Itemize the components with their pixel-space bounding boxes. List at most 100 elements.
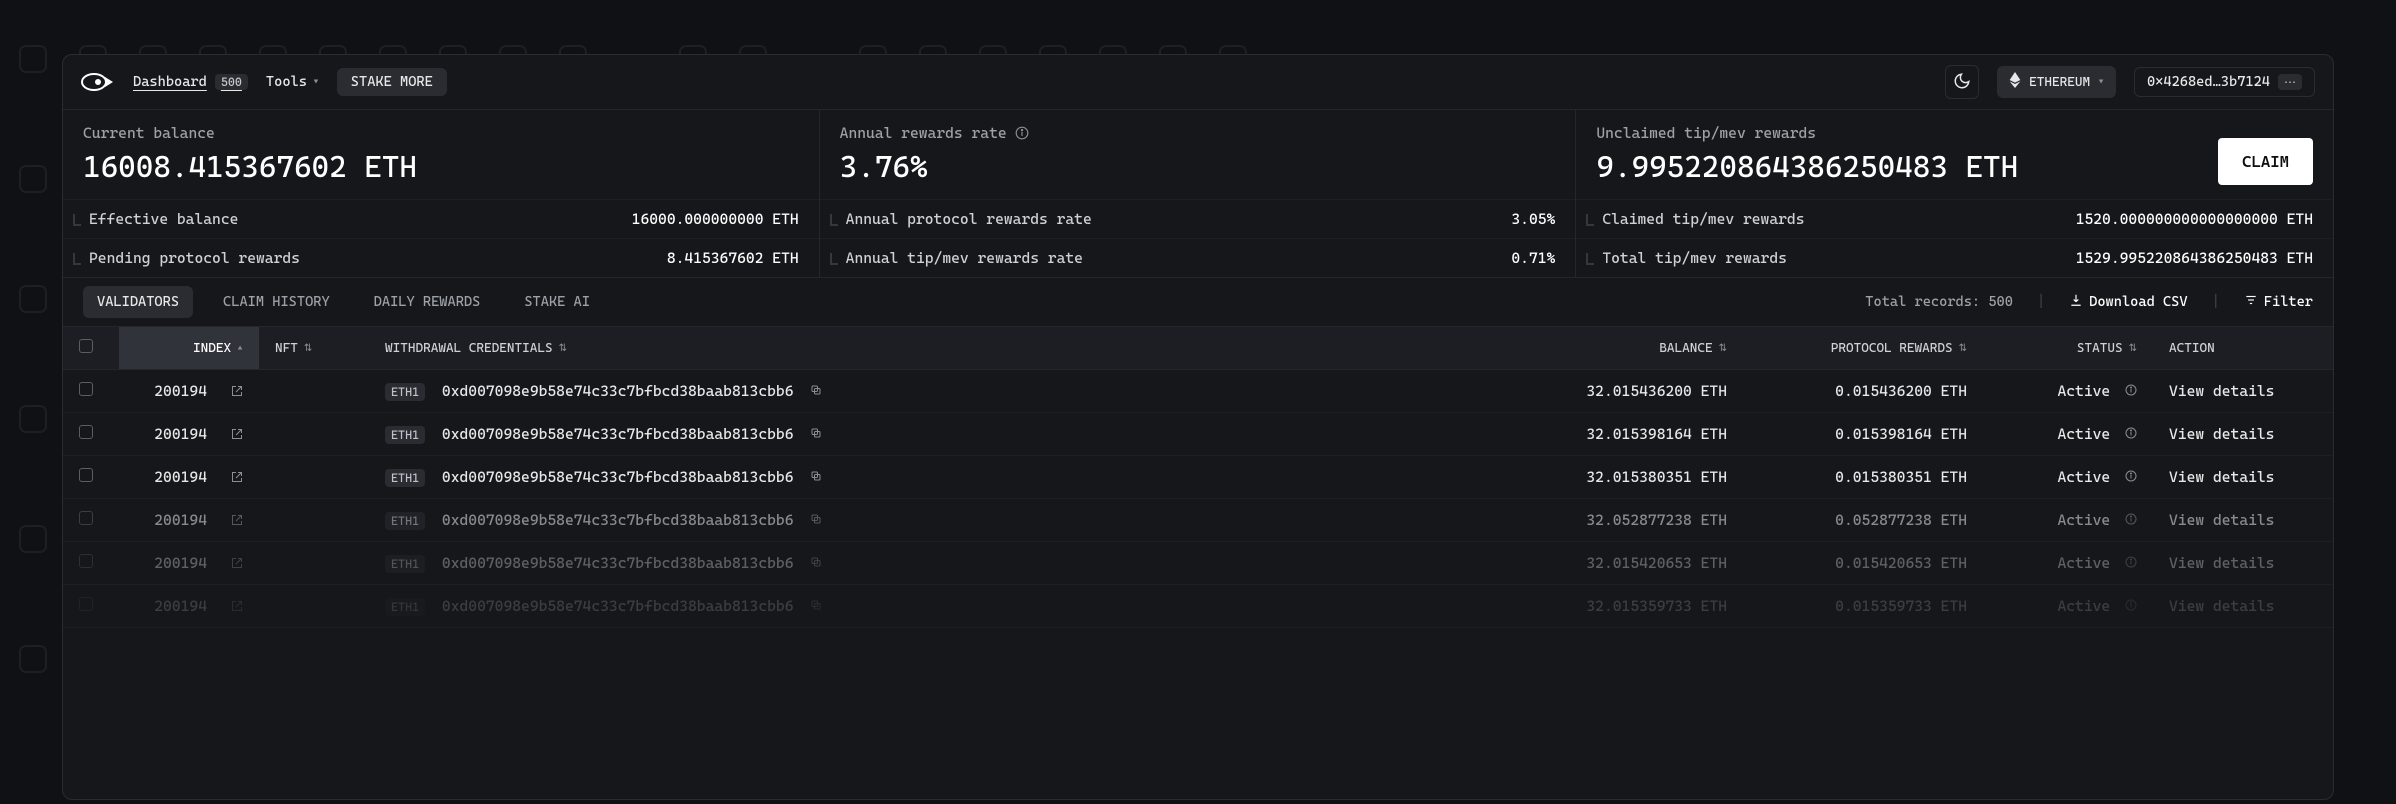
cell-checkbox[interactable] (63, 456, 119, 499)
cell-balance: 32.015420653 ETH (1503, 542, 1743, 585)
validators-table: INDEX▴ NFT⇅ WITHDRAWAL CREDENTIALS⇅ BALA… (63, 327, 2333, 628)
balance-value: 16008.415367602 ETH (83, 150, 417, 185)
table-row: 200194 ETH1 0xd007098e9b58e74c33c7bfbcd3… (63, 499, 2333, 542)
eth1-badge: ETH1 (385, 426, 425, 444)
cell-checkbox[interactable] (63, 370, 119, 413)
copy-icon[interactable] (810, 427, 822, 439)
sort-icon: ⇅ (1959, 343, 1967, 354)
external-link-icon[interactable] (231, 385, 243, 397)
th-withdrawal[interactable]: WITHDRAWAL CREDENTIALS⇅ (369, 327, 1503, 370)
moon-icon (1953, 72, 1971, 93)
card-unclaimed: Unclaimed tip/mev rewards 9.995220864386… (1576, 110, 2333, 278)
external-link-icon[interactable] (231, 471, 243, 483)
copy-icon[interactable] (810, 384, 822, 396)
cell-action[interactable]: View details (2153, 499, 2333, 542)
external-link-icon[interactable] (231, 600, 243, 612)
table-row: 200194 ETH1 0xd007098e9b58e74c33c7bfbcd3… (63, 542, 2333, 585)
external-link-icon[interactable] (231, 557, 243, 569)
claim-button[interactable]: CLAIM (2218, 138, 2313, 185)
subrow-key: Pending protocol rewards (83, 249, 300, 267)
copy-icon[interactable] (810, 556, 822, 568)
th-protocol[interactable]: PROTOCOL REWARDS⇅ (1743, 327, 1983, 370)
checkbox-icon (79, 425, 93, 439)
subrow-key: Claimed tip/mev rewards (1596, 210, 1804, 228)
rate-value: 3.76% (840, 150, 1029, 185)
copy-icon[interactable] (810, 470, 822, 482)
cell-index: 200194 (119, 585, 259, 628)
nav-tools[interactable]: Tools ▾ (266, 74, 319, 90)
th-action: ACTION (2153, 327, 2333, 370)
th-index[interactable]: INDEX▴ (119, 327, 259, 370)
checkbox-icon (79, 382, 93, 396)
subrow-value: 0.71% (1511, 249, 1555, 267)
external-link-icon[interactable] (231, 428, 243, 440)
subrow-value: 1520.000000000000000000 ETH (2076, 210, 2313, 228)
more-icon: ⋯ (2278, 74, 2302, 90)
cell-withdrawal: ETH1 0xd007098e9b58e74c33c7bfbcd38baab81… (369, 370, 1503, 413)
sort-asc-icon: ▴ (237, 343, 243, 354)
sort-icon: ⇅ (559, 343, 567, 354)
external-link-icon[interactable] (231, 514, 243, 526)
info-icon[interactable] (2125, 556, 2137, 568)
tab[interactable]: DAILY REWARDS (360, 286, 495, 318)
metric-subrow: Pending protocol rewards 8.415367602 ETH (63, 238, 819, 277)
cell-action[interactable]: View details (2153, 456, 2333, 499)
info-icon[interactable] (2125, 513, 2137, 525)
cell-checkbox[interactable] (63, 413, 119, 456)
info-icon[interactable] (2125, 427, 2137, 439)
wallet-address-text: 0×4268ed…3b7124 (2147, 74, 2270, 90)
cell-action[interactable]: View details (2153, 413, 2333, 456)
th-status[interactable]: STATUS⇅ (1983, 327, 2153, 370)
filter-button[interactable]: Filter (2244, 293, 2313, 311)
app-frame: Dashboard 500 Tools ▾ STAKE MORE ETHEREU… (62, 54, 2334, 800)
nav-tools-label: Tools (266, 74, 307, 90)
theme-toggle[interactable] (1945, 65, 1979, 99)
sort-icon: ⇅ (304, 343, 312, 354)
copy-icon[interactable] (810, 599, 822, 611)
balance-label: Current balance (83, 124, 417, 142)
info-icon[interactable] (2125, 599, 2137, 611)
th-balance[interactable]: BALANCE⇅ (1503, 327, 1743, 370)
th-nft[interactable]: NFT⇅ (259, 327, 369, 370)
metric-subrow: Total tip/mev rewards 1529.9952208643862… (1576, 238, 2333, 277)
th-checkbox[interactable] (63, 327, 119, 370)
cell-checkbox[interactable] (63, 542, 119, 585)
subrow-value: 8.415367602 ETH (667, 249, 799, 267)
cell-checkbox[interactable] (63, 585, 119, 628)
info-icon[interactable] (2125, 470, 2137, 482)
info-icon[interactable] (2125, 384, 2137, 396)
wallet-address[interactable]: 0×4268ed…3b7124 ⋯ (2134, 67, 2315, 97)
top-bar: Dashboard 500 Tools ▾ STAKE MORE ETHEREU… (63, 55, 2333, 110)
subrow-key: Effective balance (83, 210, 238, 228)
metric-subrow: Annual protocol rewards rate 3.05% (820, 199, 1576, 238)
cell-rewards: 0.015436200 ETH (1743, 370, 1983, 413)
tab[interactable]: CLAIM HISTORY (209, 286, 344, 318)
cell-action[interactable]: View details (2153, 370, 2333, 413)
cell-status: Active (1983, 370, 2153, 413)
metric-subrow: Effective balance 16000.000000000 ETH (63, 199, 819, 238)
cell-rewards: 0.015380351 ETH (1743, 456, 1983, 499)
subrow-value: 3.05% (1511, 210, 1555, 228)
sort-icon: ⇅ (1719, 343, 1727, 354)
cell-action[interactable]: View details (2153, 542, 2333, 585)
tab[interactable]: STAKE AI (510, 286, 604, 318)
info-icon[interactable] (1015, 126, 1029, 140)
table-row: 200194 ETH1 0xd007098e9b58e74c33c7bfbcd3… (63, 413, 2333, 456)
total-records: Total records: 500 (1865, 294, 2013, 310)
cell-index: 200194 (119, 542, 259, 585)
cell-withdrawal: ETH1 0xd007098e9b58e74c33c7bfbcd38baab81… (369, 542, 1503, 585)
checkbox-icon (79, 468, 93, 482)
subrow-key: Annual tip/mev rewards rate (840, 249, 1083, 267)
ethereum-icon (2009, 72, 2021, 92)
tab[interactable]: VALIDATORS (83, 286, 193, 318)
copy-icon[interactable] (810, 513, 822, 525)
nav-dashboard[interactable]: Dashboard 500 (133, 74, 248, 90)
download-csv[interactable]: Download CSV (2069, 293, 2187, 311)
cell-checkbox[interactable] (63, 499, 119, 542)
cell-action[interactable]: View details (2153, 585, 2333, 628)
cell-nft (259, 370, 369, 413)
stake-more-button[interactable]: STAKE MORE (337, 68, 447, 96)
network-selector[interactable]: ETHEREUM ▾ (1997, 66, 2116, 98)
cell-balance: 32.015359733 ETH (1503, 585, 1743, 628)
checkbox-icon (79, 554, 93, 568)
